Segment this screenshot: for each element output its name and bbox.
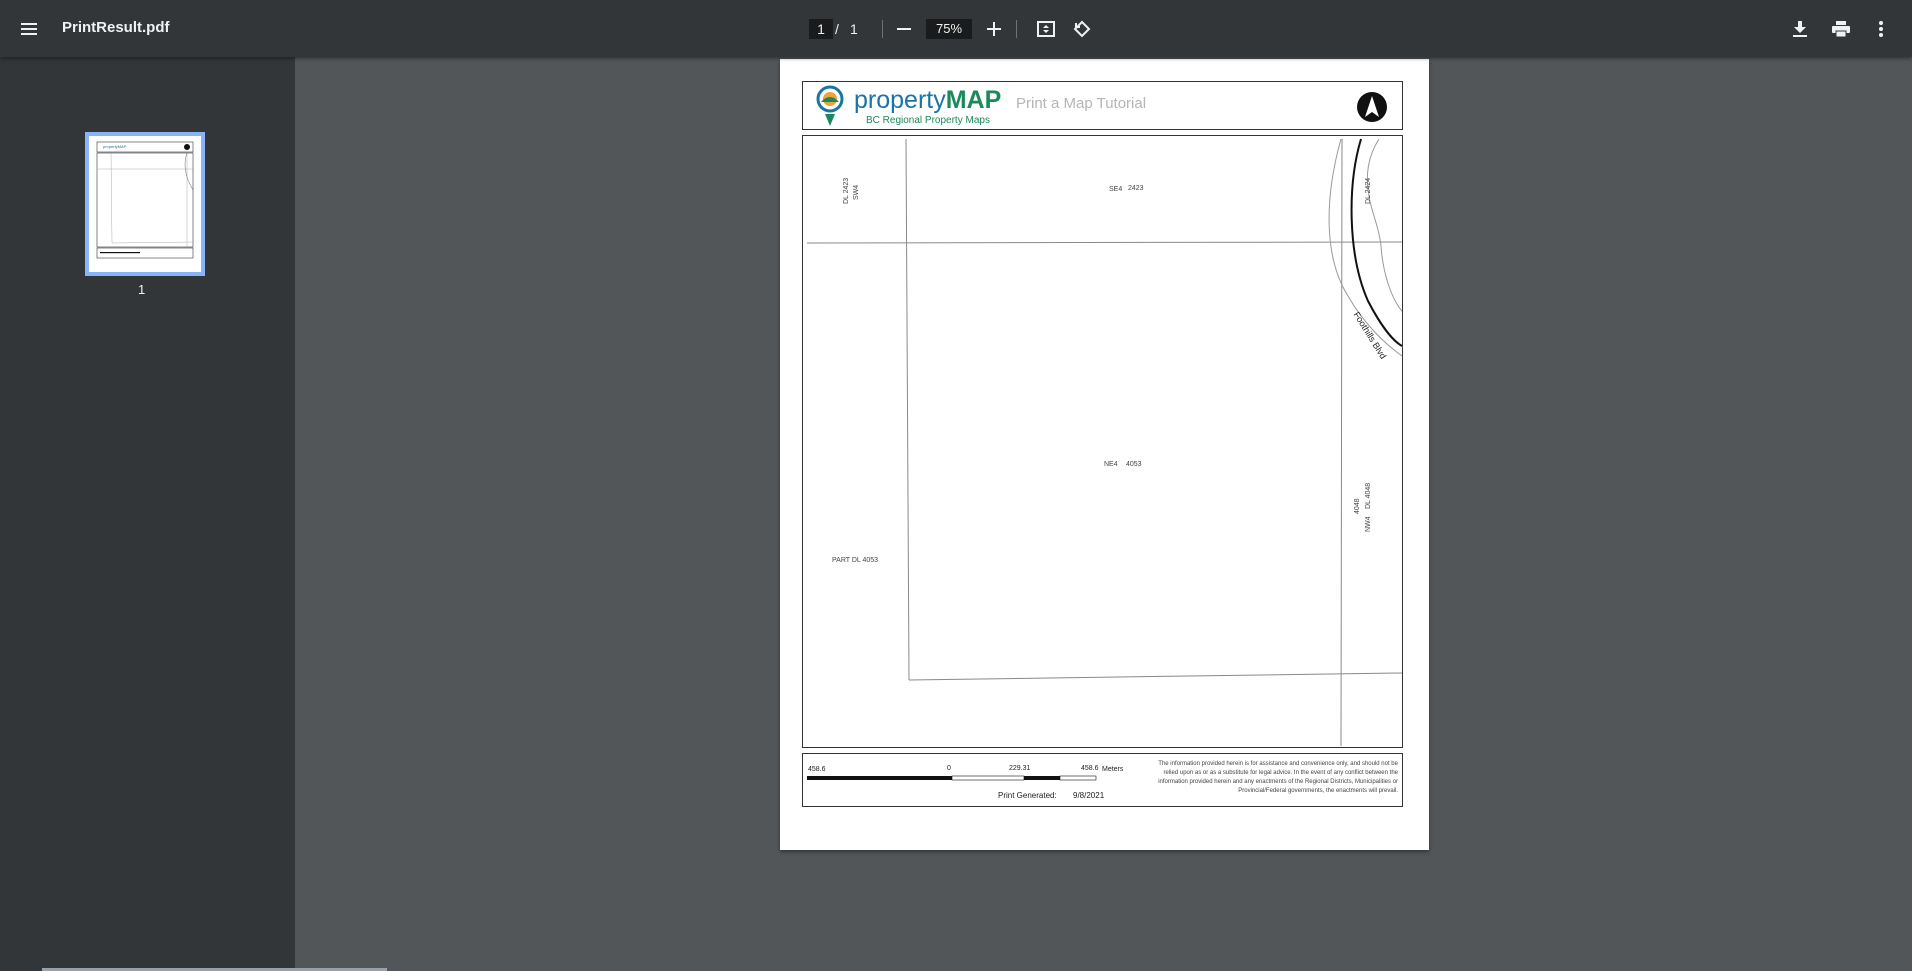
map-footer: 458.6 0 229.31 458.6 Meters Print Genera… xyxy=(802,753,1403,807)
page-separator: / xyxy=(835,21,839,37)
thumbnail-sidebar: propertyMAP 1 xyxy=(0,57,295,971)
map-lines xyxy=(806,138,1402,747)
file-name: PrintResult.pdf xyxy=(62,19,170,36)
logo-wordmark: propertyMAP xyxy=(854,86,1001,115)
property-map-logo-icon xyxy=(816,85,844,126)
map-label-se4-number: 2423 xyxy=(1128,185,1144,192)
page-number-input[interactable]: 1 xyxy=(809,19,833,39)
more-options-icon[interactable] xyxy=(1863,11,1899,47)
map-label-dl2423: DL 2423 xyxy=(843,177,850,204)
map-label-ne4-number: 4053 xyxy=(1126,461,1142,468)
thumbnail-page-number: 1 xyxy=(138,282,146,297)
toolbar-divider xyxy=(1016,20,1017,38)
legal-disclaimer: The information provided herein is for a… xyxy=(1158,761,1398,794)
thumbnail-preview: propertyMAP xyxy=(96,141,194,259)
map-label-dl4048-number: 4048 xyxy=(1354,498,1361,514)
scale-zero-label: 0 xyxy=(947,765,951,772)
logo-brand-upper: MAP xyxy=(945,86,1002,114)
north-arrow-icon xyxy=(1357,92,1387,122)
scale-unit-label: Meters xyxy=(1102,766,1124,773)
print-generated-date: 9/8/2021 xyxy=(1073,791,1105,800)
download-icon[interactable] xyxy=(1782,11,1818,47)
map-label-sw4: SW4 xyxy=(853,184,860,200)
map-label-nw4: NW4 xyxy=(1365,516,1372,532)
map-label-se4: SE4 xyxy=(1109,186,1123,193)
scale-mid-label: 229.31 xyxy=(1009,765,1031,772)
map-header: propertyMAP BC Regional Property Maps Pr… xyxy=(802,81,1403,130)
logo-tagline: BC Regional Property Maps xyxy=(866,115,990,126)
map-title: Print a Map Tutorial xyxy=(1016,95,1147,112)
map-label-part-dl4053: PART DL 4053 xyxy=(832,557,879,564)
map-label-ne4: NE4 xyxy=(1104,461,1118,468)
scale-bar xyxy=(807,775,1097,781)
print-generated-label: Print Generated: xyxy=(998,791,1057,800)
page-thumbnail[interactable]: propertyMAP xyxy=(85,132,205,276)
rotate-icon[interactable] xyxy=(1064,11,1100,47)
logo-brand-lower: property xyxy=(854,86,946,114)
pdf-page: propertyMAP BC Regional Property Maps Pr… xyxy=(780,59,1429,850)
print-icon[interactable] xyxy=(1823,11,1859,47)
fit-page-icon[interactable] xyxy=(1028,11,1064,47)
map-label-dl2424: DL 2424 xyxy=(1365,177,1372,204)
hamburger-menu-icon[interactable] xyxy=(11,11,47,47)
svg-text:propertyMAP: propertyMAP xyxy=(103,144,127,149)
zoom-level-input[interactable]: 75% xyxy=(926,19,972,39)
map-label-dl4048: DL 4048 xyxy=(1365,482,1372,509)
scale-left-label: 458.6 xyxy=(808,766,826,773)
scale-right-label: 458.6 xyxy=(1081,765,1099,772)
zoom-in-icon[interactable] xyxy=(976,11,1012,47)
page-total: 1 xyxy=(850,21,858,37)
pdf-toolbar: PrintResult.pdf 1 / 1 75% xyxy=(0,0,1912,57)
zoom-out-icon[interactable] xyxy=(886,11,922,47)
map-area: DL 2423 SW4 SE4 2423 DL 2424 Foothills B… xyxy=(802,135,1403,748)
toolbar-divider xyxy=(882,20,883,38)
